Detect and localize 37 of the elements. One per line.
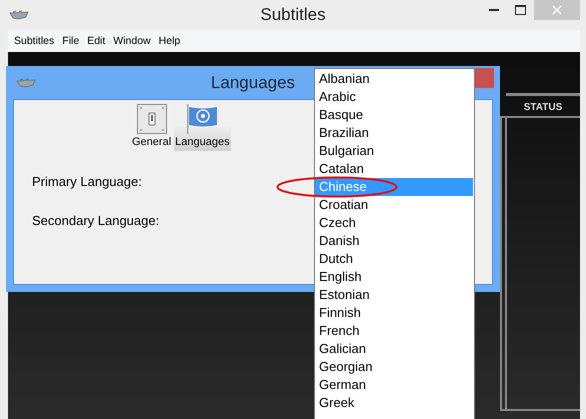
field-label: Primary Language:	[32, 174, 142, 189]
maximize-icon	[515, 5, 526, 15]
language-option[interactable]: Catalan	[315, 160, 473, 178]
language-option[interactable]: Georgian	[315, 358, 473, 376]
language-option[interactable]: German	[315, 376, 473, 394]
language-option[interactable]: Croatian	[315, 196, 473, 214]
dialog-title: Languages	[210, 73, 296, 93]
menu-item[interactable]: File	[60, 33, 86, 49]
language-option[interactable]: Finnish	[315, 304, 473, 322]
language-option[interactable]: English	[315, 268, 473, 286]
language-option[interactable]: Danish	[315, 232, 473, 250]
menu-item[interactable]: Window	[111, 33, 157, 49]
boat-icon	[16, 78, 36, 88]
language-option[interactable]: Greek	[315, 394, 473, 412]
boat-icon	[9, 10, 29, 20]
toolbar-tab[interactable]: General	[131, 104, 172, 151]
language-option[interactable]: French	[315, 322, 473, 340]
language-option[interactable]: Estonian	[315, 286, 473, 304]
toolbar-tab[interactable]: Languages	[174, 104, 231, 151]
language-option[interactable]: Basque	[315, 106, 473, 124]
switch-icon	[136, 104, 167, 134]
close-icon	[552, 5, 562, 15]
column-header: STATUS	[524, 102, 562, 112]
menu-item[interactable]: Help	[156, 33, 186, 49]
minimize-icon	[488, 9, 498, 11]
language-option[interactable]: Arabic	[315, 88, 473, 106]
language-option[interactable]: Galician	[315, 340, 473, 358]
language-option[interactable]: Dutch	[315, 250, 473, 268]
language-option[interactable]: Brazilian	[315, 124, 473, 142]
field-label: Secondary Language:	[32, 213, 160, 228]
flag-icon	[186, 104, 218, 134]
menu-item[interactable]: Edit	[85, 33, 112, 49]
language-option[interactable]: Albanian	[315, 70, 473, 88]
menu-item[interactable]: Subtitles	[12, 33, 60, 49]
window-title: Subtitles	[260, 5, 326, 25]
language-option[interactable]: Bulgarian	[315, 142, 473, 160]
language-option[interactable]: Czech	[315, 214, 473, 232]
